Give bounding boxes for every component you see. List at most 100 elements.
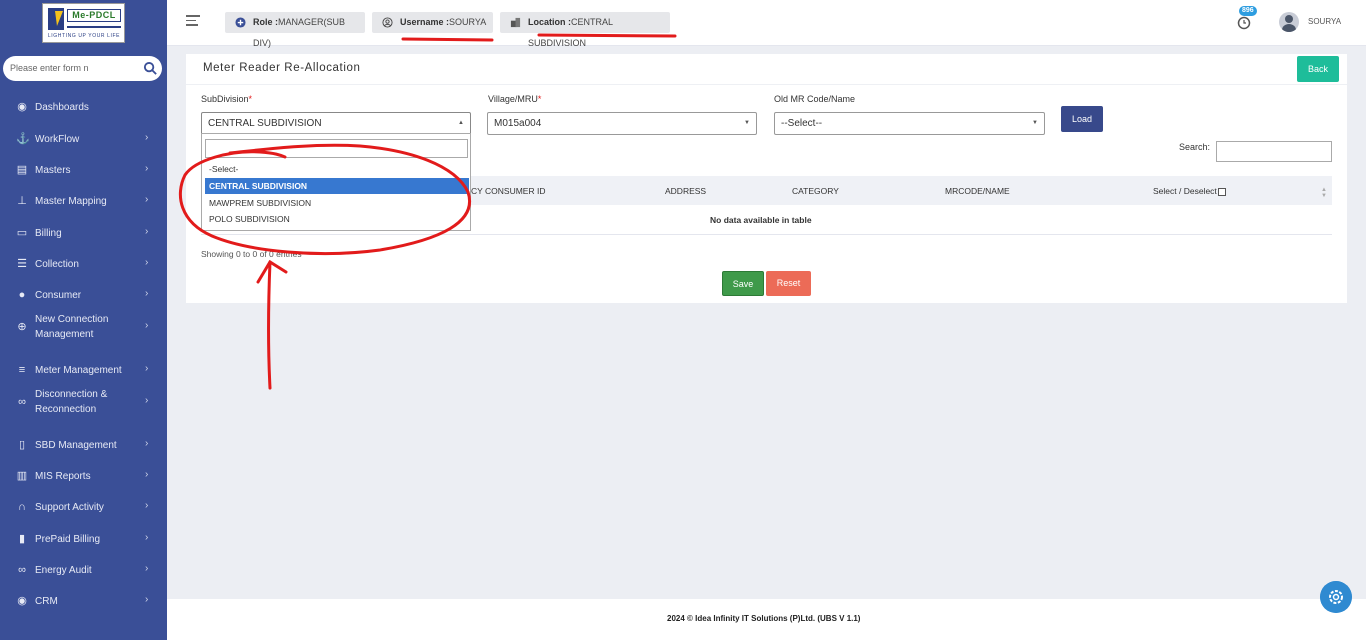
- sidebar-item-master-mapping[interactable]: ⊥ Master Mapping ›: [0, 186, 167, 216]
- sidebar-search-placeholder: Please enter form n: [10, 63, 89, 73]
- anchor-icon: ⚓: [16, 133, 30, 145]
- sidebar-item-dashboards[interactable]: ◉ Dashboards: [0, 92, 167, 122]
- old-mr-select[interactable]: --Select-- ▼: [774, 112, 1045, 135]
- sidebar-item-label: PrePaid Billing: [35, 534, 101, 545]
- sidebar-item-label: Consumer: [35, 290, 82, 301]
- select-deselect-label: Select / Deselect: [1153, 186, 1217, 196]
- caret-down-icon: ▼: [744, 120, 750, 126]
- company-logo[interactable]: Me-PDCL LIGHTING UP YOUR LIFE: [42, 3, 125, 43]
- table-search-label: Search:: [1179, 142, 1211, 152]
- sidebar-item-label: Disconnection &: [35, 389, 108, 400]
- required-marker: *: [537, 94, 542, 104]
- lightning-icon: [48, 8, 64, 30]
- back-button[interactable]: Back: [1297, 56, 1339, 82]
- sort-icon[interactable]: ▲ ▼: [1321, 187, 1327, 199]
- village-label-text: Village/MRU: [488, 94, 538, 104]
- file-icon: ▮: [18, 533, 26, 545]
- subdivision-label-text: SubDivision: [201, 94, 249, 104]
- old-mr-label: Old MR Code/Name: [774, 94, 856, 104]
- menu-toggle-icon[interactable]: [186, 15, 200, 27]
- sidebar-item-collection[interactable]: ☰ Collection ›: [0, 249, 167, 279]
- caret-up-icon: ▲: [458, 120, 464, 126]
- sidebar-item-consumer[interactable]: ● Consumer ›: [0, 280, 167, 310]
- plus-circle-icon: ⊕: [17, 321, 27, 333]
- sidebar-item-label: Meter Management: [35, 365, 122, 376]
- chevron-right-icon: ›: [145, 438, 149, 449]
- col-category[interactable]: CATEGORY: [792, 186, 839, 196]
- reset-button[interactable]: Reset: [766, 271, 811, 296]
- sidebar-item-label-line2: Management: [35, 329, 94, 340]
- location-label: Location :: [528, 17, 571, 27]
- palette-icon: ◉: [17, 595, 27, 607]
- select-all-checkbox[interactable]: [1217, 187, 1226, 196]
- sidebar-item-workflow[interactable]: ⚓ WorkFlow ›: [0, 124, 167, 154]
- sidebar-item-label: Master Mapping: [35, 196, 107, 207]
- sidebar-item-sbd-management[interactable]: ▯ SBD Management ›: [0, 430, 167, 460]
- dropdown-option[interactable]: MAWPREM SUBDIVISION: [205, 195, 469, 211]
- sidebar-item-prepaid-billing[interactable]: ▮ PrePaid Billing ›: [0, 524, 167, 554]
- subdivision-label: SubDivision*: [201, 94, 252, 104]
- sitemap-icon: ⊥: [17, 195, 27, 207]
- mobile-icon: ▯: [18, 439, 26, 451]
- location-pill: Location :CENTRAL SUBDIVISION: [500, 12, 670, 48]
- sidebar-item-label: Dashboards: [35, 102, 89, 113]
- sidebar-item-label: Billing: [35, 228, 62, 239]
- sidebar-item-masters[interactable]: ▤ Masters ›: [0, 155, 167, 185]
- sidebar-item-support-activity[interactable]: ∩ Support Activity ›: [0, 492, 167, 522]
- sidebar-item-energy-audit[interactable]: ∞ Energy Audit ›: [0, 555, 167, 585]
- chevron-right-icon: ›: [145, 288, 149, 299]
- subdivision-select-value: CENTRAL SUBDIVISION: [208, 118, 322, 129]
- bar-chart-icon: ▥: [16, 470, 28, 482]
- sidebar-item-label: WorkFlow: [35, 134, 80, 145]
- subdivision-select[interactable]: CENTRAL SUBDIVISION ▲: [201, 112, 471, 135]
- col-select-deselect: Select / Deselect: [1153, 186, 1226, 196]
- chevron-right-icon: ›: [145, 363, 149, 374]
- caret-down-icon: ▼: [1032, 120, 1038, 126]
- chevron-right-icon: ›: [145, 320, 149, 331]
- user-icon: ●: [18, 289, 26, 301]
- sidebar-item-label: Support Activity: [35, 502, 104, 513]
- col-address[interactable]: ADDRESS: [665, 186, 706, 196]
- chevron-right-icon: ›: [145, 532, 149, 543]
- card-divider: [186, 84, 1347, 85]
- chevron-right-icon: ›: [145, 226, 149, 237]
- sidebar-item-label: CRM: [35, 596, 58, 607]
- col-mrcode-name[interactable]: MRCODE/NAME: [945, 186, 1010, 196]
- dropdown-option[interactable]: POLO SUBDIVISION: [205, 211, 469, 227]
- chevron-right-icon: ›: [145, 395, 149, 406]
- settings-gear-icon[interactable]: [1320, 581, 1352, 613]
- village-select[interactable]: M015a004 ▼: [487, 112, 757, 135]
- username-label: Username :: [400, 17, 450, 27]
- sidebar-search-input[interactable]: Please enter form n: [3, 56, 162, 81]
- empty-table-message: No data available in table: [710, 215, 812, 225]
- search-icon[interactable]: [143, 61, 158, 76]
- table-search-input[interactable]: [1216, 141, 1332, 162]
- col-consumer-id[interactable]: CY CONSUMER ID: [471, 186, 545, 196]
- save-button[interactable]: Save: [722, 271, 764, 296]
- link-icon: ∞: [18, 564, 26, 576]
- avatar[interactable]: [1279, 12, 1299, 32]
- sidebar-item-crm[interactable]: ◉ CRM ›: [0, 586, 167, 616]
- sidebar-item-label: New Connection: [35, 314, 109, 325]
- sidebar-item-mis-reports[interactable]: ▥ MIS Reports ›: [0, 461, 167, 491]
- sidebar-item-billing[interactable]: ▭ Billing ›: [0, 218, 167, 248]
- sidebar-item-label: Energy Audit: [35, 565, 92, 576]
- dropdown-option[interactable]: -Select-: [205, 161, 469, 177]
- chevron-right-icon: ›: [145, 563, 149, 574]
- load-button[interactable]: Load: [1061, 106, 1103, 132]
- logo-tagline: LIGHTING UP YOUR LIFE: [47, 33, 121, 39]
- plus-circle-icon: [235, 17, 246, 28]
- dropdown-search-input[interactable]: [205, 139, 468, 158]
- headset-icon: ∩: [18, 501, 26, 513]
- table-info: Showing 0 to 0 of 0 entries: [201, 249, 302, 259]
- chevron-right-icon: ›: [145, 194, 149, 205]
- sidebar-item-disconnection[interactable]: ∞ Disconnection & Reconnection ›: [0, 385, 167, 419]
- sidebar-item-meter-management[interactable]: ≡ Meter Management ›: [0, 355, 167, 385]
- sidebar-item-label-line2: Reconnection: [35, 404, 97, 415]
- sidebar-item-label: SBD Management: [35, 440, 117, 451]
- sidebar-item-new-connection[interactable]: ⊕ New Connection Management ›: [0, 310, 167, 344]
- footer-text: 2024 © Idea Infinity IT Solutions (P)Ltd…: [667, 614, 861, 623]
- user-name[interactable]: SOURYA: [1308, 17, 1341, 26]
- building-icon: [510, 17, 521, 28]
- dropdown-option-selected[interactable]: CENTRAL SUBDIVISION: [205, 178, 469, 194]
